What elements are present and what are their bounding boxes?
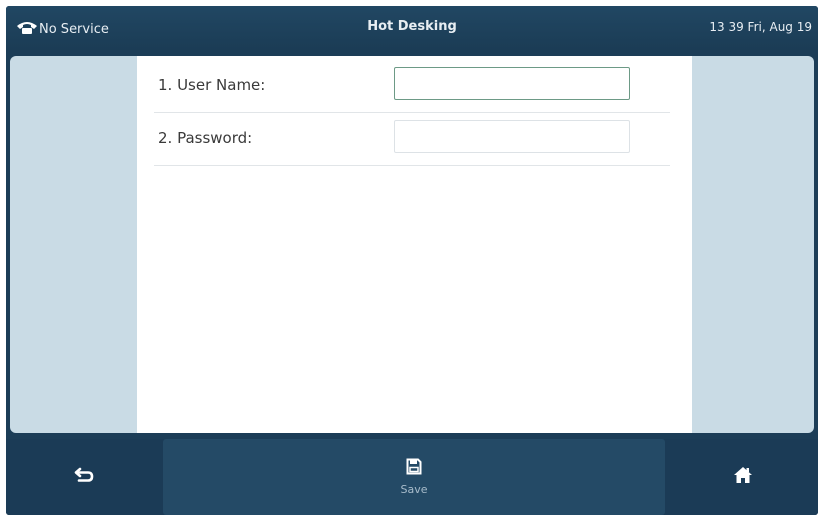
page-title: Hot Desking [367,19,457,34]
password-input[interactable] [394,120,630,153]
back-button[interactable] [6,439,161,515]
home-icon [733,466,753,488]
home-button[interactable] [667,439,818,515]
login-form: 1. User Name: 2. Password: [137,56,692,433]
date-time: 13 39 Fri, Aug 19 [709,20,812,34]
save-icon [406,458,422,479]
softkey-bar: Save [6,439,818,515]
user-name-label: 1. User Name: [158,76,266,94]
back-arrow-icon [74,467,94,487]
status-bar: No Service Hot Desking 13 39 Fri, Aug 19 [6,6,818,50]
user-name-input[interactable] [394,67,630,100]
save-label: Save [400,483,428,496]
phone-screen: No Service Hot Desking 13 39 Fri, Aug 19… [6,6,818,515]
save-button[interactable]: Save [163,439,665,515]
content-area: 1. User Name: 2. Password: [10,56,814,433]
password-label: 2. Password: [158,129,253,147]
user-name-row: 1. User Name: [154,60,670,113]
password-row: 2. Password: [154,113,670,166]
